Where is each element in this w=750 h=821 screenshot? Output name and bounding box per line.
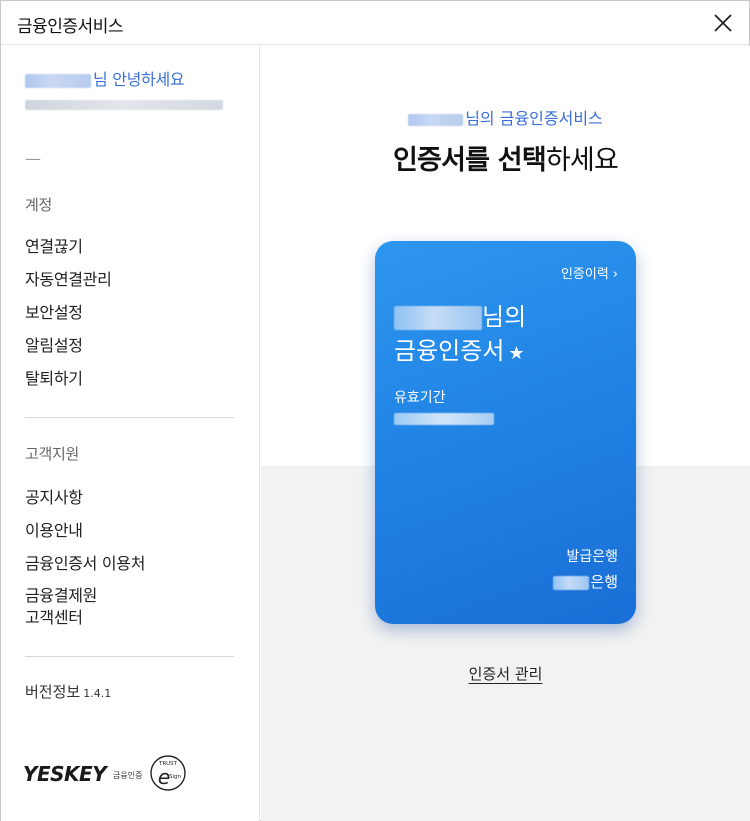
redacted-owner-name [394,306,482,330]
menu-item-customer-center[interactable]: 금융결제원 고객센터 [25,585,97,629]
heading-rest: 하세요 [545,145,619,176]
page-title: 인증서를 선택하세요 [261,138,750,177]
redacted-username [408,113,464,126]
logo-subtext: 금융인증 [113,771,143,780]
user-greeting: 님 안녕하세요 [25,66,185,90]
badge-bottom-text: Sign [169,774,182,780]
validity-label: 유효기간 [394,390,446,406]
menu-item-notifications[interactable]: 알림설정 [25,335,83,357]
section-label-account: 계정 [25,196,53,214]
redacted-user-info [25,100,223,110]
star-icon[interactable]: ★ [508,343,524,364]
menu-item-auto-connect[interactable]: 자동연결관리 [25,269,112,291]
menu-item-cert-usage[interactable]: 금융인증서 이용처 [25,553,145,575]
certificate-card[interactable]: 인증이력 › 님의 금융인증서 ★ 유효기간 발급은행 은행 [375,241,636,624]
menu-item-disconnect[interactable]: 연결끊기 [25,236,83,258]
logo-brand: YESKEY [23,762,107,786]
issuer-name: 은행 [553,571,618,592]
sidebar-divider [25,417,234,418]
menu-item-notices[interactable]: 공지사항 [25,487,83,509]
redacted-bank-name [553,575,590,590]
issuer-suffix: 은행 [590,573,618,591]
title-bar: 금융인증서비스 [1,1,749,45]
heading-bold: 인증서를 선택 [393,145,547,176]
redacted-validity-date [394,413,494,425]
history-label: 인증이력 [560,267,609,282]
sidebar-divider [25,656,234,657]
version-label: 버전정보 [25,683,81,701]
section-label-support: 고객지원 [25,445,80,463]
window-title: 금융인증서비스 [17,17,123,37]
manage-link-text: 인증서 관리 [468,665,543,683]
app-window: 금융인증서비스 님 안녕하세요 — 계정 연결끊기 자동연결관리 보안설정 알림… [0,0,750,821]
main-panel: 님의 금융인증서비스 인증서를 선택하세요 인증이력 › 님의 금융인증서 ★ 유효… [261,46,750,821]
cert-name: 금융인증서 [394,337,505,365]
trust-esign-icon: TRUST e Sign [150,755,186,791]
card-cert-name-row: 금융인증서 ★ [394,335,525,370]
issuer-label: 발급은행 [566,549,618,565]
cert-manage-link[interactable]: 인증서 관리 [261,663,750,684]
subtitle-text: 님의 금융인증서비스 [465,109,603,128]
close-icon[interactable] [709,9,737,37]
sidebar: 님 안녕하세요 — 계정 연결끊기 자동연결관리 보안설정 알림설정 탈퇴하기 … [1,46,260,821]
menu-item-guide[interactable]: 이용안내 [25,520,83,542]
cert-history-link[interactable]: 인증이력 › [561,263,618,282]
menu-item-withdraw[interactable]: 탈퇴하기 [25,368,83,390]
service-subtitle: 님의 금융인증서비스 [261,105,750,129]
card-owner: 님의 [394,301,526,333]
owner-suffix: 님의 [482,303,527,331]
chevron-right-icon: › [612,267,618,282]
placeholder-dash: — [25,149,41,168]
menu-item-security[interactable]: 보안설정 [25,302,83,324]
greeting-text: 님 안녕하세요 [93,70,185,89]
version-info: 버전정보 1.4.1 [25,681,111,702]
yeskey-logo: YESKEY 금융인증 TRUST e Sign [23,752,223,794]
redacted-username [25,73,91,88]
version-number: 1.4.1 [83,687,112,700]
